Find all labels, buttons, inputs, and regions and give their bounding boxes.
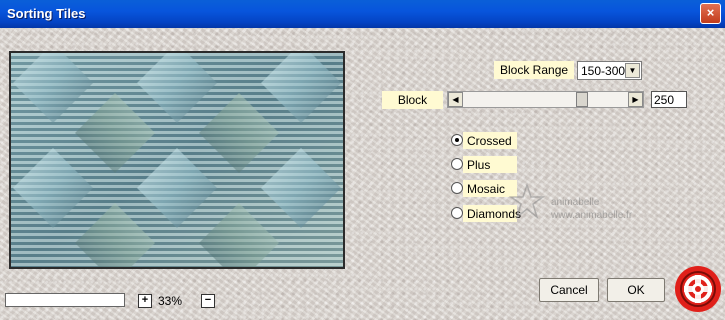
block-range-value: 150-300: [581, 64, 626, 78]
chevron-down-icon[interactable]: ▼: [625, 63, 640, 78]
arrow-left-icon[interactable]: ◀: [448, 92, 463, 107]
ok-button[interactable]: OK: [607, 278, 665, 302]
window-title: Sorting Tiles: [7, 6, 86, 21]
arrow-right-icon[interactable]: ▶: [628, 92, 643, 107]
block-range-label: Block Range: [494, 61, 575, 79]
watermark-line2: www.animabelle.fr: [551, 210, 633, 221]
radio-icon[interactable]: [451, 134, 463, 146]
zoom-in-button[interactable]: +: [138, 294, 152, 308]
minus-icon: −: [204, 294, 212, 306]
block-range-select[interactable]: 150-300 ▼: [577, 61, 642, 80]
dialog-window: Sorting Tiles × Block Range 150-300 ▼ Bl…: [0, 0, 725, 320]
cancel-button[interactable]: Cancel: [539, 278, 599, 302]
radio-label-crossed: Crossed: [463, 132, 517, 149]
close-icon: ×: [706, 5, 715, 20]
help-button[interactable]: [674, 265, 722, 313]
zoom-level: 33%: [158, 294, 183, 308]
title-bar[interactable]: Sorting Tiles ×: [0, 0, 725, 28]
plus-icon: +: [141, 294, 149, 306]
radio-icon[interactable]: [451, 182, 463, 194]
close-button[interactable]: ×: [700, 3, 721, 24]
block-slider[interactable]: ◀ ▶: [447, 91, 644, 108]
slider-thumb[interactable]: [576, 92, 589, 107]
zoom-out-button[interactable]: −: [201, 294, 215, 308]
help-lifebuoy-icon: [675, 266, 721, 312]
tile-pattern: [11, 53, 343, 267]
block-value-input[interactable]: 250: [651, 91, 687, 108]
radio-label-plus: Plus: [463, 156, 517, 173]
watermark-logo-icon: [508, 182, 546, 220]
progress-bar: [5, 293, 125, 307]
watermark: animabelle www.animabelle.fr: [507, 181, 667, 231]
radio-icon[interactable]: [451, 207, 463, 219]
preview-image: [9, 51, 345, 269]
radio-icon[interactable]: [451, 158, 463, 170]
watermark-line1: animabelle: [551, 197, 600, 208]
block-label: Block: [382, 91, 443, 109]
